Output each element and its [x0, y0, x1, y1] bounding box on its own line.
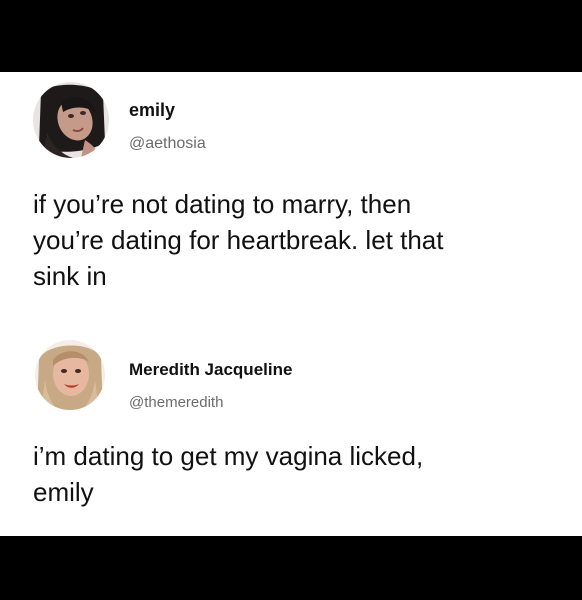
- screenshot-card: emily @aethosia if you’re not dating to …: [0, 72, 582, 536]
- display-name[interactable]: emily: [129, 100, 175, 121]
- tweet-text: if you’re not dating to marry, then you’…: [33, 186, 563, 294]
- tweet-text: i’m dating to get my vagina licked, emil…: [33, 438, 563, 510]
- avatar[interactable]: [35, 340, 105, 410]
- tweet-text-line: sink in: [33, 261, 107, 291]
- tweet-text-line: if you’re not dating to marry, then: [33, 189, 412, 219]
- avatar-image: [35, 340, 105, 410]
- tweet-text-line: emily: [33, 477, 94, 507]
- display-name[interactable]: Meredith Jacqueline: [129, 360, 292, 380]
- avatar-image: [33, 82, 109, 158]
- user-handle[interactable]: @aethosia: [129, 135, 206, 153]
- tweet-text-line: you’re dating for heartbreak. let that: [33, 225, 444, 255]
- avatar[interactable]: [33, 82, 109, 158]
- tweet-text-line: i’m dating to get my vagina licked,: [33, 441, 424, 471]
- user-handle[interactable]: @themeredith: [129, 394, 223, 411]
